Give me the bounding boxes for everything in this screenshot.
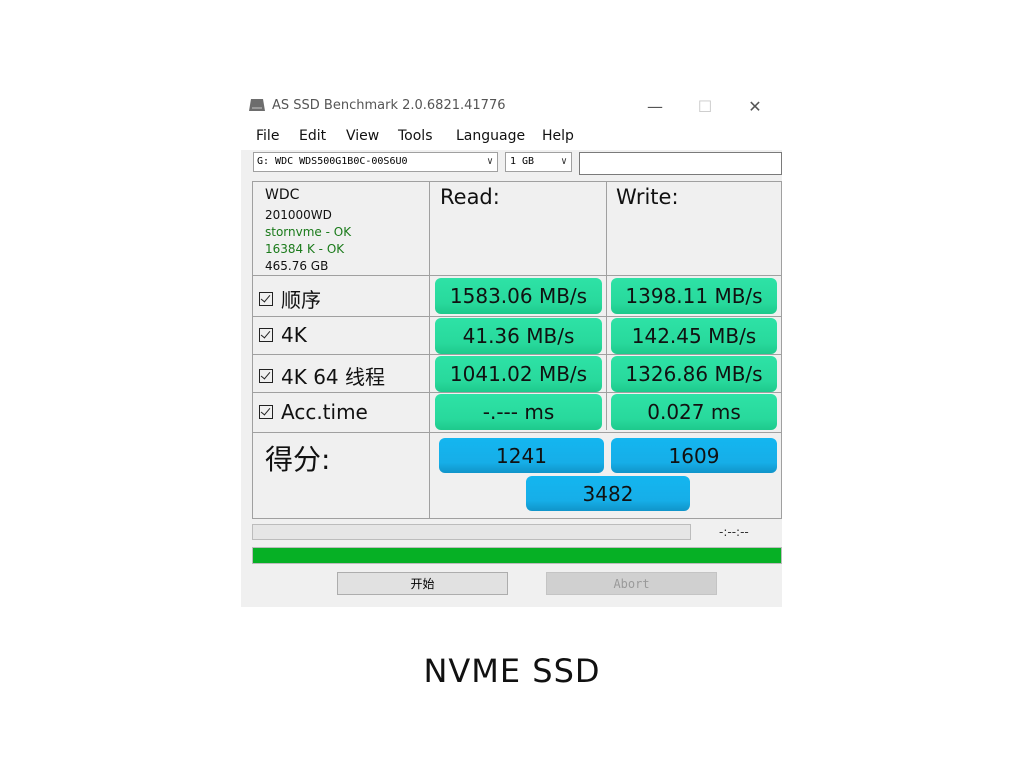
maximize-button[interactable]: ☐: [682, 93, 728, 120]
checkbox[interactable]: [259, 368, 273, 383]
row-label-text: 顺序: [281, 288, 321, 312]
test-progress-bar: [252, 524, 691, 540]
menu-language[interactable]: Language: [456, 128, 525, 144]
drive-firmware: 201000WD: [265, 208, 332, 222]
row-label-seq[interactable]: 顺序: [259, 284, 321, 313]
app-window: AS SSD Benchmark 2.0.6821.41776 — ☐ ✕ Fi…: [241, 91, 782, 607]
drive-capacity: 465.76 GB: [265, 259, 329, 273]
overall-progress-fill: [253, 548, 781, 563]
checkbox[interactable]: [259, 291, 273, 306]
drive-select-value: G: WDC WDS500G1B0C-00S6U0: [257, 156, 408, 167]
row-label-4k64[interactable]: 4K 64 线程: [259, 361, 385, 390]
menu-help[interactable]: Help: [542, 128, 574, 144]
menu-file[interactable]: File: [256, 128, 279, 144]
driver-status: stornvme - OK: [265, 225, 352, 239]
row-label-acc[interactable]: Acc.time: [259, 400, 368, 424]
start-button[interactable]: 开始: [337, 572, 508, 595]
size-select[interactable]: 1 GB ∨: [505, 152, 572, 172]
menu-tools[interactable]: Tools: [398, 128, 433, 144]
chevron-down-icon: ∨: [486, 156, 493, 167]
result-write-acc: 0.027 ms: [611, 394, 777, 430]
result-write-4k64: 1326.86 MB/s: [611, 356, 777, 392]
chevron-down-icon: ∨: [560, 156, 567, 167]
result-write-seq: 1398.11 MB/s: [611, 278, 777, 314]
size-select-value: 1 GB: [510, 156, 535, 167]
menu-edit[interactable]: Edit: [299, 128, 326, 144]
score-read: 1241: [439, 438, 604, 473]
blank-input[interactable]: [579, 152, 782, 175]
drive-select[interactable]: G: WDC WDS500G1B0C-00S6U0 ∨: [253, 152, 498, 172]
results-grid: WDC 201000WD stornvme - OK 16384 K - OK …: [252, 181, 782, 519]
result-read-seq: 1583.06 MB/s: [435, 278, 602, 314]
close-button[interactable]: ✕: [732, 93, 778, 120]
grid-divider: [253, 354, 781, 355]
result-read-acc: -.--- ms: [435, 394, 602, 430]
drive-icon: [249, 99, 265, 111]
elapsed-time: -:--:--: [719, 525, 749, 539]
close-icon: ✕: [748, 97, 762, 116]
overall-progress-bar: [252, 547, 782, 564]
grid-divider: [253, 392, 781, 393]
grid-divider: [253, 316, 781, 317]
menu-view[interactable]: View: [346, 128, 379, 144]
minimize-icon: —: [647, 97, 663, 116]
result-write-4k: 142.45 MB/s: [611, 318, 777, 354]
score-total: 3482: [526, 476, 690, 511]
row-label-4k[interactable]: 4K: [259, 323, 307, 347]
grid-divider: [253, 275, 781, 276]
result-read-4k: 41.36 MB/s: [435, 318, 602, 354]
alignment-status: 16384 K - OK: [265, 242, 345, 256]
read-header: Read:: [440, 185, 500, 209]
checkbox[interactable]: [259, 328, 273, 342]
drive-vendor: WDC: [265, 187, 300, 203]
checkbox[interactable]: [259, 405, 273, 419]
image-caption: NVME SSD: [423, 652, 601, 690]
row-label-text: 4K: [281, 323, 307, 347]
score-label: 得分:: [265, 443, 331, 476]
write-header: Write:: [616, 185, 679, 209]
window-title: AS SSD Benchmark 2.0.6821.41776: [272, 98, 506, 113]
row-label-text: Acc.time: [281, 400, 368, 424]
menu-bar: File Edit View Tools Language Help: [241, 122, 782, 150]
grid-divider: [429, 182, 430, 518]
result-read-4k64: 1041.02 MB/s: [435, 356, 602, 392]
minimize-button[interactable]: —: [632, 93, 678, 120]
abort-button[interactable]: Abort: [546, 572, 717, 595]
maximize-icon: ☐: [697, 97, 713, 116]
title-bar: AS SSD Benchmark 2.0.6821.41776 — ☐ ✕: [241, 91, 782, 122]
row-label-text: 4K 64 线程: [281, 365, 386, 389]
score-write: 1609: [611, 438, 777, 473]
grid-divider: [253, 432, 781, 433]
